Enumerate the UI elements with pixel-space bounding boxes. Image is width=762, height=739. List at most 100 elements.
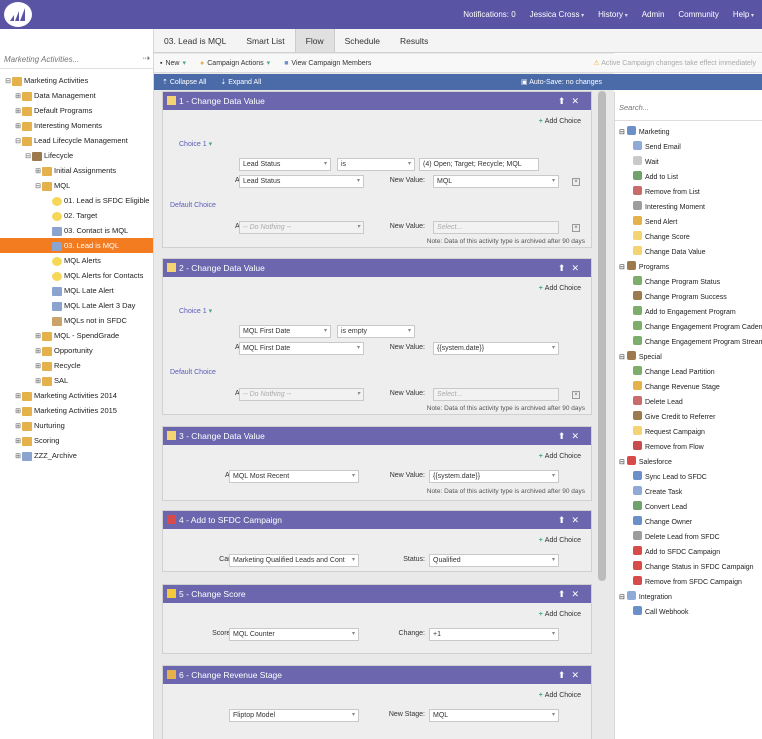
palette-action[interactable]: Remove from List: [615, 185, 762, 200]
operator-select[interactable]: is: [337, 158, 415, 171]
tree-item[interactable]: MQL Late Alert 3 Day: [0, 298, 153, 313]
step-controls[interactable]: ⬆✕: [558, 666, 585, 684]
community-link[interactable]: Community: [678, 10, 718, 19]
tab-schedule[interactable]: Schedule: [335, 29, 390, 52]
palette-action[interactable]: Change Engagement Program Stream: [615, 335, 762, 350]
tree-item[interactable]: ⊞ Scoring: [0, 433, 153, 449]
collapse-icon[interactable]: ⊟: [4, 74, 12, 89]
palette-category[interactable]: ⊟ Salesforce: [615, 455, 762, 470]
history-menu[interactable]: History: [598, 10, 628, 19]
flow-step-header[interactable]: 6 - Change Revenue Stage ⬆✕: [163, 666, 591, 684]
expand-icon[interactable]: ⊞: [14, 434, 22, 449]
notifications-link[interactable]: Notifications: 0: [463, 10, 515, 19]
flow-step-header[interactable]: 3 - Change Data Value ⬆✕: [163, 427, 591, 445]
expand-icon[interactable]: ⊞: [14, 119, 22, 134]
tree-item[interactable]: ⊟ Marketing Activities: [0, 73, 153, 89]
tab-results[interactable]: Results: [390, 29, 438, 52]
palette-action[interactable]: Change Score: [615, 230, 762, 245]
add-choice-button[interactable]: Add Choice: [539, 537, 581, 544]
collapse-icon[interactable]: ⊟: [619, 594, 627, 601]
palette-action[interactable]: Interesting Moment: [615, 200, 762, 215]
choice-label[interactable]: Choice 1 ▾: [179, 307, 212, 315]
add-choice-button[interactable]: Add Choice: [539, 692, 581, 699]
palette-action[interactable]: Remove from Flow: [615, 440, 762, 455]
collapse-icon[interactable]: ⊟: [619, 459, 627, 466]
marketo-logo-icon[interactable]: [4, 2, 32, 27]
campaign-actions-menu[interactable]: ● Campaign Actions ▾: [200, 59, 270, 68]
flow-step-header[interactable]: 2 - Change Data Value ⬆✕: [163, 259, 591, 277]
step-controls[interactable]: ⬆✕: [558, 259, 585, 277]
expand-icon[interactable]: ⊞: [14, 419, 22, 434]
palette-action[interactable]: Change Owner: [615, 515, 762, 530]
palette-category[interactable]: ⊟ Special: [615, 350, 762, 365]
palette-action[interactable]: Send Alert: [615, 215, 762, 230]
add-choice-button[interactable]: Add Choice: [539, 118, 581, 125]
tree-item[interactable]: ⊞ Recycle: [0, 358, 153, 374]
palette-search-input[interactable]: [619, 100, 749, 114]
step-controls[interactable]: ⬆✕: [558, 585, 585, 603]
filter-icon[interactable]: ⇢: [142, 53, 150, 64]
palette-category[interactable]: ⊟ Programs: [615, 260, 762, 275]
add-choice-button[interactable]: Add Choice: [539, 611, 581, 618]
tab-smart-list[interactable]: Smart List: [236, 29, 294, 52]
palette-action[interactable]: Change Data Value: [615, 245, 762, 260]
tree-item[interactable]: ⊞ Default Programs: [0, 103, 153, 119]
expand-icon[interactable]: ⊞: [34, 359, 42, 374]
help-menu[interactable]: Help: [733, 10, 754, 19]
tree-item[interactable]: 02. Target: [0, 208, 153, 223]
campaign-select[interactable]: Marketing Qualified Leads and Cont: [229, 554, 359, 567]
palette-action[interactable]: Convert Lead: [615, 500, 762, 515]
tree-item[interactable]: 01. Lead is SFDC Eligible: [0, 193, 153, 208]
add-choice-button[interactable]: Add Choice: [539, 453, 581, 460]
expand-icon[interactable]: ⊞: [34, 374, 42, 389]
remove-default-choice-icon[interactable]: ×: [572, 391, 580, 399]
new-value-field[interactable]: {{system.date}}: [429, 470, 559, 483]
default-attribute-select[interactable]: -- Do Nothing --: [239, 388, 364, 401]
expand-icon[interactable]: ⊞: [14, 404, 22, 419]
palette-action[interactable]: Change Program Success: [615, 290, 762, 305]
tree-item[interactable]: 03. Contact is MQL: [0, 223, 153, 238]
add-choice-button[interactable]: Add Choice: [539, 285, 581, 292]
admin-link[interactable]: Admin: [642, 10, 665, 19]
palette-action[interactable]: Change Lead Partition: [615, 365, 762, 380]
change-field[interactable]: +1: [429, 628, 559, 641]
tree-item[interactable]: 03. Lead is MQL: [0, 238, 153, 253]
flow-step-header[interactable]: 1 - Change Data Value ⬆✕: [163, 92, 591, 110]
step-controls[interactable]: ⬆✕: [558, 92, 585, 110]
tree-item[interactable]: MQLs not in SFDC: [0, 313, 153, 328]
expand-icon[interactable]: ⊞: [34, 164, 42, 179]
status-select[interactable]: Qualified: [429, 554, 559, 567]
palette-action[interactable]: Create Task: [615, 485, 762, 500]
default-new-value-field[interactable]: Select...: [433, 388, 559, 401]
tree-item[interactable]: ⊟ Lead Lifecycle Management: [0, 133, 153, 148]
flow-step-header[interactable]: 4 - Add to SFDC Campaign ⬆✕: [163, 511, 591, 529]
expand-icon[interactable]: ⊞: [14, 104, 22, 119]
palette-action[interactable]: Give Credit to Referrer: [615, 410, 762, 425]
new-value-select[interactable]: MQL: [433, 175, 559, 188]
attribute-select[interactable]: MQL First Date: [239, 342, 364, 355]
expand-icon[interactable]: ⊞: [14, 389, 22, 404]
palette-action[interactable]: Add to List: [615, 170, 762, 185]
tree-item[interactable]: ⊞ Opportunity: [0, 343, 153, 358]
user-menu[interactable]: Jessica Cross: [530, 10, 584, 19]
palette-action[interactable]: Remove from SFDC Campaign: [615, 575, 762, 590]
view-campaign-members-button[interactable]: ■ View Campaign Members: [284, 60, 371, 67]
tree-item[interactable]: ⊞ Initial Assignments: [0, 163, 153, 179]
step-controls[interactable]: ⬆✕: [558, 511, 585, 529]
tree-item[interactable]: MQL Late Alert: [0, 283, 153, 298]
expand-icon[interactable]: ⊞: [14, 89, 22, 104]
collapse-icon[interactable]: ⊟: [34, 179, 42, 194]
remove-default-choice-icon[interactable]: ×: [572, 224, 580, 232]
tree-item[interactable]: MQL Alerts for Contacts: [0, 268, 153, 283]
tree-item[interactable]: ⊞ Interesting Moments: [0, 118, 153, 134]
palette-action[interactable]: Send Email: [615, 140, 762, 155]
palette-action[interactable]: Sync Lead to SFDC: [615, 470, 762, 485]
expand-icon[interactable]: ⊞: [14, 449, 22, 464]
palette-action[interactable]: Call Webhook: [615, 605, 762, 620]
step-controls[interactable]: ⬆✕: [558, 427, 585, 445]
remove-choice-icon[interactable]: ×: [572, 178, 580, 186]
palette-action[interactable]: Delete Lead from SFDC: [615, 530, 762, 545]
palette-action[interactable]: Delete Lead: [615, 395, 762, 410]
tree-item[interactable]: MQL Alerts: [0, 253, 153, 268]
tree-item[interactable]: ⊟ Lifecycle: [0, 148, 153, 163]
